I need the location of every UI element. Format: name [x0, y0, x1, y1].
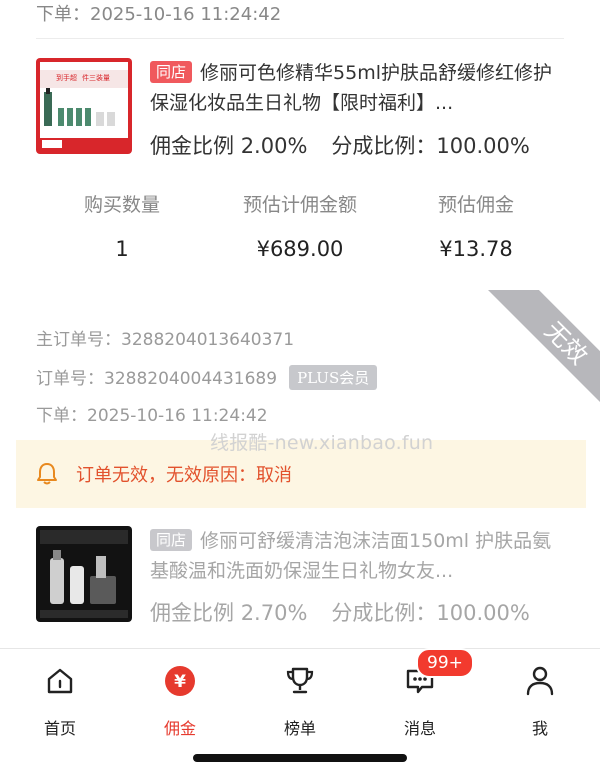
product-title[interactable]: 同店 修丽可舒缓清洁泡沫洁面150ml 护肤品氨基酸温和洗面奶保湿生日礼物女友..…: [150, 526, 560, 586]
stat-est-amount: 预估计佣金额 ¥689.00: [242, 194, 357, 261]
message-count-badge: 99+: [416, 648, 474, 678]
trophy-icon: [240, 661, 360, 701]
svg-text:件三装量: 件三装量: [82, 73, 110, 82]
order-time: 下单：2025-10-16 11:24:42: [36, 406, 268, 426]
home-indicator[interactable]: [193, 754, 407, 762]
tab-ranking[interactable]: 榜单: [240, 661, 360, 739]
tab-me[interactable]: 我: [480, 661, 600, 739]
rate-line: 佣金比例 2.00% 分成比例：100.00%: [150, 134, 530, 158]
order-number: 订单号：3288204004431689 PLUS会员: [36, 364, 378, 390]
main-order-number: 主订单号：3288204013640371: [36, 330, 295, 350]
tab-commission[interactable]: ¥ 佣金: [120, 661, 240, 739]
tab-home[interactable]: 首页: [0, 661, 120, 739]
invalid-ribbon: 无效: [488, 290, 600, 402]
stat-est-commission: 预估佣金 ¥13.78: [437, 194, 514, 261]
divider: [36, 38, 564, 39]
svg-text:到手超: 到手超: [56, 73, 77, 82]
product-title[interactable]: 同店 修丽可色修精华55ml护肤品舒缓修红修护保湿化妆品生日礼物【限时福利】...: [150, 58, 560, 118]
rate-line: 佣金比例 2.70% 分成比例：100.00%: [150, 601, 530, 625]
svg-text:¥: ¥: [174, 672, 186, 692]
shop-tag: 同店: [150, 61, 193, 83]
order-time: 下单：2025-10-16 11:24:42: [36, 4, 282, 25]
plus-member-badge: PLUS会员: [289, 365, 378, 390]
product-image[interactable]: 到手超 件三装量: [36, 58, 132, 154]
bell-icon: [37, 463, 57, 485]
shop-tag: 同店: [150, 529, 193, 551]
product-image[interactable]: [36, 526, 132, 622]
watermark: 线报酷-new.xianbao.fun: [210, 432, 434, 454]
user-icon: [480, 661, 600, 701]
yen-icon: ¥: [120, 661, 240, 701]
home-icon: [0, 661, 120, 701]
stat-quantity: 购买数量 1: [83, 194, 160, 261]
